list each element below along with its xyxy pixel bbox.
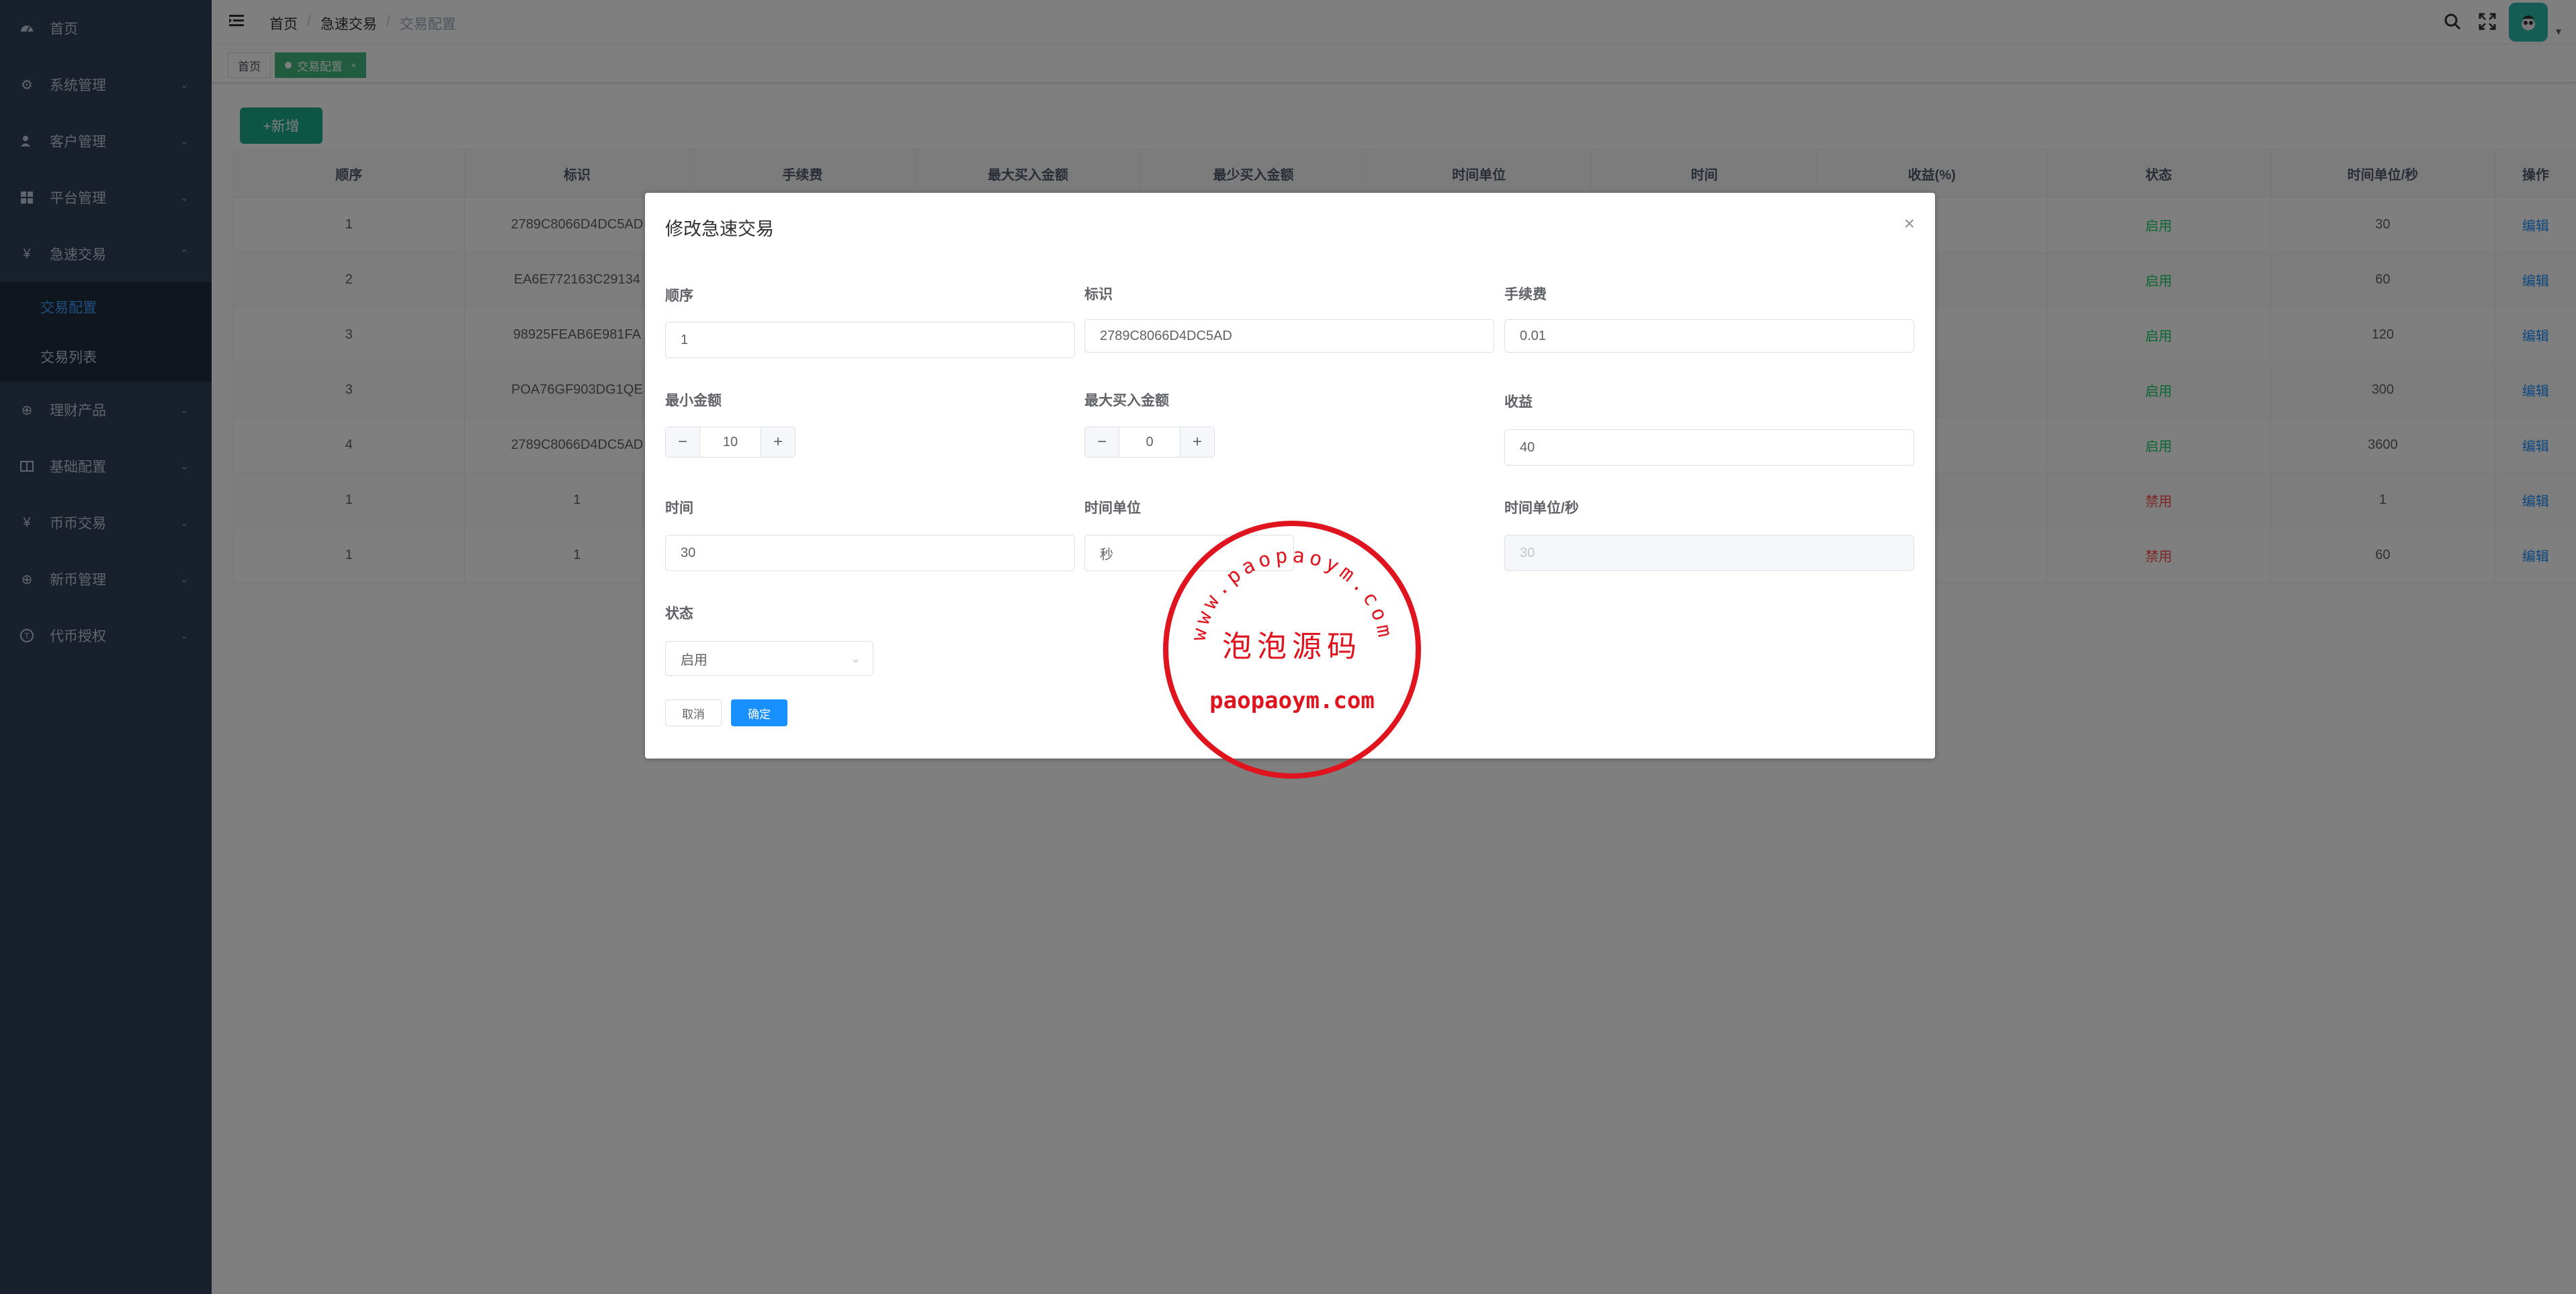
max-amount-label: 最大买入金额 [1084,393,1169,408]
max-amount-stepper[interactable]: − 0 + [1084,427,1215,458]
stepper-value[interactable]: 10 [699,427,761,457]
decrease-button[interactable]: − [666,427,699,457]
order-label: 顺序 [665,288,693,304]
watermark-domain: paopaoym.com [1209,687,1375,714]
increase-button[interactable]: + [761,427,795,457]
fee-input[interactable]: 0.01 [1504,319,1914,353]
status-select[interactable]: 启用 ⌄ [665,641,873,676]
svg-text:www.paopaoym.com: www.paopaoym.com [1187,544,1397,643]
watermark-title: 泡泡源码 [1222,630,1362,664]
fee-label: 手续费 [1504,287,1547,302]
watermark-url-arc: www.paopaoym.com [1187,544,1393,643]
confirm-button[interactable]: 确定 [731,699,787,726]
status-label: 状态 [665,606,693,621]
identifier-label: 标识 [1084,287,1113,302]
watermark-stamp: www.paopaoym.com 泡泡源码 paopaoym.com [1163,521,1421,779]
time-unit-label: 时间单位 [1084,501,1141,516]
identifier-input[interactable]: 2789C8066D4DC5AD [1084,319,1494,353]
decrease-button[interactable]: − [1085,427,1119,457]
min-amount-stepper[interactable]: − 10 + [665,427,796,458]
time-input[interactable]: 30 [665,535,1075,571]
increase-button[interactable]: + [1180,427,1214,457]
status-select-value: 启用 [681,652,707,668]
time-unit-seconds-input: 30 [1504,535,1914,571]
close-icon[interactable]: × [1904,213,1915,234]
stepper-value[interactable]: 0 [1119,427,1180,457]
profit-label: 收益 [1504,394,1533,410]
min-amount-label: 最小金额 [665,393,722,408]
time-label: 时间 [665,501,693,516]
cancel-button[interactable]: 取消 [665,699,722,726]
time-unit-seconds-label: 时间单位/秒 [1504,501,1579,516]
profit-input[interactable]: 40 [1504,429,1914,466]
dialog-title: 修改急速交易 [665,219,774,239]
order-input[interactable]: 1 [665,322,1075,358]
chevron-down-icon: ⌄ [850,651,861,665]
